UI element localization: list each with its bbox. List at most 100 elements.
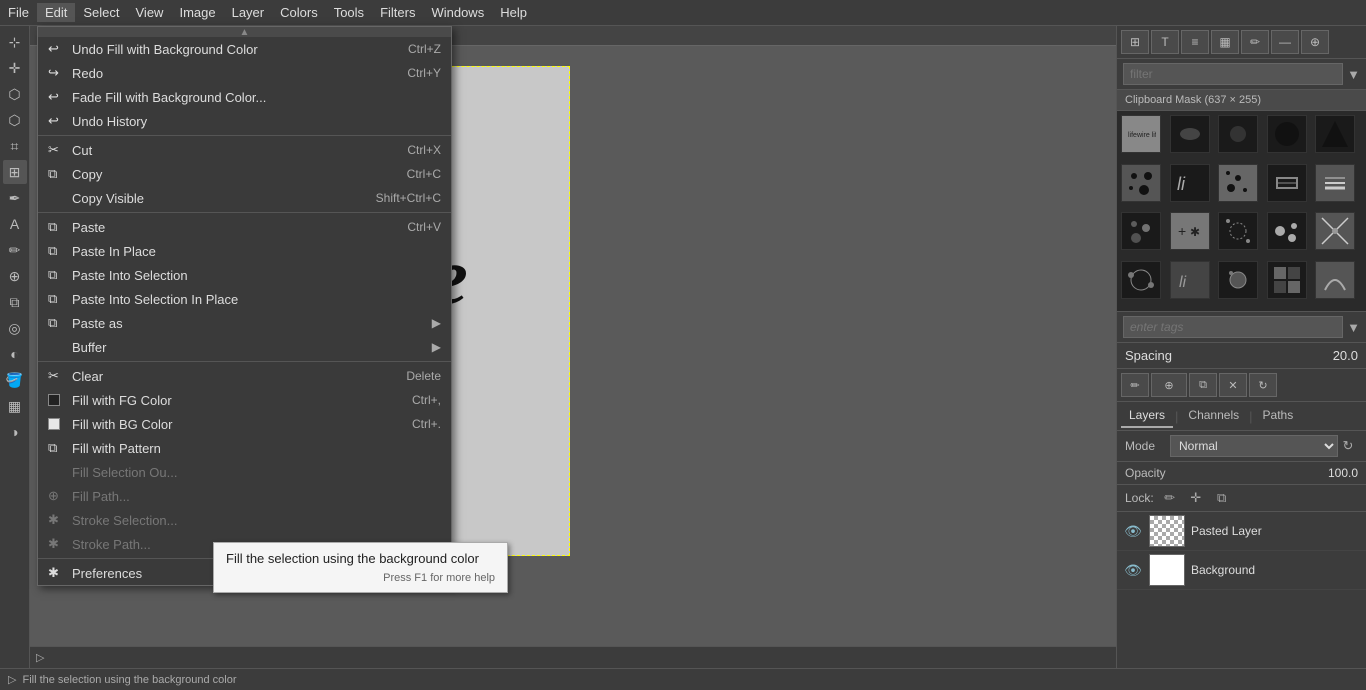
tool-text[interactable]: A <box>3 212 27 236</box>
brush-item-12[interactable]: + ✱ <box>1170 212 1210 250</box>
brush-item-16[interactable] <box>1121 261 1161 299</box>
menu-paste-in-place[interactable]: ⧉ Paste In Place <box>38 239 451 263</box>
menu-fill-bg[interactable]: Fill with BG Color Ctrl+. <box>38 412 451 436</box>
tool-blur[interactable]: ◎ <box>3 316 27 340</box>
brush-item-14[interactable] <box>1267 212 1307 250</box>
brush-item-7[interactable]: li <box>1170 164 1210 202</box>
brush-item-4[interactable] <box>1267 115 1307 153</box>
tool-bucket[interactable]: 🪣 <box>3 368 27 392</box>
copy-visible-label: Copy Visible <box>68 191 356 206</box>
menu-paste-into-selection-in-place[interactable]: ⧉ Paste Into Selection In Place <box>38 287 451 311</box>
tab-layers[interactable]: Layers <box>1121 404 1173 428</box>
svg-text:+: + <box>1178 223 1186 239</box>
brush-item-15[interactable] <box>1315 212 1355 250</box>
tool-color[interactable]: ◑ <box>3 420 27 444</box>
brush-item-9[interactable] <box>1267 164 1307 202</box>
fill-pattern-label: Fill with Pattern <box>68 441 421 456</box>
lock-pos-btn[interactable]: ✛ <box>1186 489 1206 507</box>
brush-action-new[interactable]: ⊕ <box>1151 373 1187 397</box>
tab-channels[interactable]: Channels <box>1180 404 1247 428</box>
brush-item-19[interactable] <box>1267 261 1307 299</box>
menu-buffer[interactable]: Buffer ▶ <box>38 335 451 359</box>
tool-clone[interactable]: ⧉ <box>3 290 27 314</box>
menu-paste-as[interactable]: ⧉ Paste as ▶ <box>38 311 451 335</box>
brush-item-2[interactable] <box>1170 115 1210 153</box>
layer-visible-pasted[interactable]: 👁 <box>1123 523 1143 540</box>
tool-heal[interactable]: ⊕ <box>3 264 27 288</box>
brush-action-refresh[interactable]: ↻ <box>1249 373 1277 397</box>
menu-undo-history[interactable]: ↩ Undo History <box>38 109 451 133</box>
menu-copy-visible[interactable]: Copy Visible Shift+Ctrl+C <box>38 186 451 210</box>
menu-fill-pattern[interactable]: ⧉ Fill with Pattern <box>38 436 451 460</box>
brush-item-10[interactable] <box>1315 164 1355 202</box>
layer-row-background[interactable]: 👁 Background <box>1117 551 1366 590</box>
brush-item-8[interactable] <box>1218 164 1258 202</box>
cut-shortcut: Ctrl+X <box>407 143 441 157</box>
brush-item-5[interactable] <box>1315 115 1355 153</box>
menu-view[interactable]: View <box>128 3 172 22</box>
icon-btn-7[interactable]: ⊕ <box>1301 30 1329 54</box>
menu-layer[interactable]: Layer <box>224 3 273 22</box>
tab-paths[interactable]: Paths <box>1255 404 1302 428</box>
icon-btn-1[interactable]: ⊞ <box>1121 30 1149 54</box>
brush-action-dup[interactable]: ⧉ <box>1189 373 1217 397</box>
menu-image[interactable]: Image <box>171 3 223 22</box>
menu-undo-fill[interactable]: ↩ Undo Fill with Background Color Ctrl+Z <box>38 37 451 61</box>
layer-row-pasted[interactable]: 👁 Pasted Layer <box>1117 512 1366 551</box>
brush-action-del[interactable]: ✕ <box>1219 373 1247 397</box>
menu-help[interactable]: Help <box>492 3 535 22</box>
brush-item-20[interactable] <box>1315 261 1355 299</box>
lock-pen-btn[interactable]: ✏ <box>1160 489 1180 507</box>
brush-item-3[interactable] <box>1218 115 1258 153</box>
lock-alpha-btn[interactable]: ⧉ <box>1212 489 1232 507</box>
menu-select[interactable]: Select <box>75 3 127 22</box>
spacing-value: 20.0 <box>1313 348 1358 363</box>
tooltip-help-text: Press F1 for more help <box>226 572 495 584</box>
brush-item-11[interactable] <box>1121 212 1161 250</box>
layer-opacity-label: Opacity <box>1125 466 1180 480</box>
tool-crop[interactable]: ⌗ <box>3 134 27 158</box>
brush-item-17[interactable]: li <box>1170 261 1210 299</box>
icon-btn-3[interactable]: ≡ <box>1181 30 1209 54</box>
filter-row: ▼ <box>1117 59 1366 90</box>
menu-filters[interactable]: Filters <box>372 3 423 22</box>
menu-edit[interactable]: Edit <box>37 3 75 22</box>
icon-btn-6[interactable]: — <box>1271 30 1299 54</box>
menu-redo[interactable]: ↪ Redo Ctrl+Y <box>38 61 451 85</box>
brush-item-1[interactable]: lifewire lifewire <box>1121 115 1161 153</box>
tool-lasso[interactable]: ⬡ <box>3 82 27 106</box>
tool-move[interactable]: ✛ <box>3 56 27 80</box>
tags-input[interactable] <box>1123 316 1343 338</box>
tool-select[interactable]: ⊹ <box>3 30 27 54</box>
menu-colors[interactable]: Colors <box>272 3 326 22</box>
brush-item-13[interactable] <box>1218 212 1258 250</box>
menu-fade-fill[interactable]: ↩ Fade Fill with Background Color... <box>38 85 451 109</box>
layer-visible-background[interactable]: 👁 <box>1123 562 1143 579</box>
menu-fill-fg[interactable]: Fill with FG Color Ctrl+, <box>38 388 451 412</box>
menu-paste-into-selection[interactable]: ⧉ Paste Into Selection <box>38 263 451 287</box>
menu-clear[interactable]: ✂ Clear Delete <box>38 364 451 388</box>
menu-tools[interactable]: Tools <box>326 3 372 22</box>
tool-fuzzy[interactable]: ⬡ <box>3 108 27 132</box>
icon-btn-2[interactable]: T <box>1151 30 1179 54</box>
menu-copy[interactable]: ⧉ Copy Ctrl+C <box>38 162 451 186</box>
layer-mode-select[interactable]: Normal <box>1170 435 1338 457</box>
layer-mode-refresh-btn[interactable]: ↻ <box>1338 438 1358 454</box>
lock-label: Lock: <box>1125 491 1154 505</box>
tool-dodge[interactable]: ◐ <box>3 342 27 366</box>
brush-item-18[interactable] <box>1218 261 1258 299</box>
menu-windows[interactable]: Windows <box>423 3 492 22</box>
icon-btn-5[interactable]: ✏ <box>1241 30 1269 54</box>
tool-paint[interactable]: ✏ <box>3 238 27 262</box>
tool-paths[interactable]: ✒ <box>3 186 27 210</box>
tool-transforms[interactable]: ⊞ <box>3 160 27 184</box>
brush-item-6[interactable] <box>1121 164 1161 202</box>
menu-file[interactable]: File <box>0 3 37 22</box>
brush-action-edit[interactable]: ✏ <box>1121 373 1149 397</box>
stroke-sel-label: Stroke Selection... <box>68 513 421 528</box>
filter-input[interactable] <box>1123 63 1343 85</box>
icon-btn-4[interactable]: ▦ <box>1211 30 1239 54</box>
menu-paste[interactable]: ⧉ Paste Ctrl+V <box>38 215 451 239</box>
menu-cut[interactable]: ✂ Cut Ctrl+X <box>38 138 451 162</box>
tool-gradient[interactable]: ▦ <box>3 394 27 418</box>
